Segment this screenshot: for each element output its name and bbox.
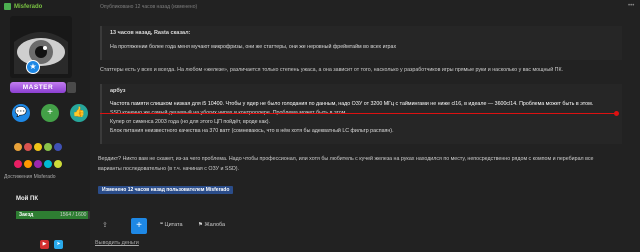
quote-author[interactable]: 13 часов назад, Rasta сказал: [110, 30, 190, 36]
quote-button[interactable]: ❝ Цитата [160, 222, 183, 228]
edited-label: Изменено 12 часов назад пользователем Mi… [98, 186, 234, 194]
achievement-badges[interactable] [14, 143, 70, 175]
my-pc-label[interactable]: Мой ПК [16, 196, 38, 202]
report-button[interactable]: ⚑ Жалоба [198, 222, 225, 228]
withdraw-money-link[interactable]: Выводить деньги [95, 240, 139, 246]
badge-icon [14, 143, 22, 151]
online-status-icon [4, 3, 11, 10]
report-label: Жалоба [204, 222, 226, 228]
rank-side-tab [67, 82, 76, 93]
youtube-icon[interactable]: ▶ [40, 240, 49, 249]
badge-icon [24, 160, 32, 168]
level-progress-value: 1564 / 1600 [60, 212, 87, 218]
quote-block: 13 часов назад, Rasta сказал: На протяже… [100, 26, 622, 60]
messages-icon[interactable]: 💬 [12, 104, 30, 122]
badge-icon [44, 143, 52, 151]
badge-icon [14, 160, 22, 168]
quote-label: Цитата [164, 222, 183, 228]
post-paragraph: Статтеры есть у всех и всегда. На любом … [100, 67, 563, 73]
reputation-icon[interactable]: 👍 [70, 104, 88, 122]
post-options-icon[interactable]: ••• [628, 3, 634, 9]
telegram-icon[interactable]: ➤ [54, 240, 63, 249]
flag-icon: ⚑ [198, 222, 203, 228]
level-progress-label: Заезд [19, 212, 34, 218]
avatar[interactable] [10, 16, 72, 78]
post-meta[interactable]: Опубликовано 12 часов назад (изменено) [100, 4, 197, 10]
post-paragraph: Вердикт? Никто вам не скажет, из-за чего… [98, 156, 594, 162]
quote-text: На протяжении более года меня мучают мик… [110, 44, 397, 50]
post-actions-bar: ⇪ + ❝ Цитата ⚑ Жалоба [100, 218, 630, 234]
quote-icon: ❝ [160, 222, 163, 228]
quote-block: арбуз Частота памяти слишком низкая для … [100, 84, 622, 144]
quote-text: Кулер от сименса 2003 года (но для этого… [110, 119, 270, 125]
badge-icon [44, 160, 52, 168]
badge-icon [54, 143, 62, 151]
username-label: Misferado [14, 3, 43, 10]
highlight-underline [100, 113, 615, 114]
username-link[interactable]: Misferado [4, 3, 42, 10]
post-paragraph: варианты последовательно (в т.ч. начиная… [98, 166, 240, 172]
verified-star-icon: ★ [26, 60, 40, 74]
rank-badge: MASTER [10, 82, 66, 93]
badge-icon [54, 160, 62, 168]
quote-author[interactable]: арбуз [110, 88, 125, 94]
author-sidebar: Misferado ★ MASTER 💬 + 👍 Достижения Misf… [0, 0, 90, 252]
quote-text: Частота памяти слишком низкая для i5 104… [110, 101, 594, 107]
badge-icon [24, 143, 32, 151]
badge-icon [34, 143, 42, 151]
share-icon[interactable]: ⇪ [102, 221, 108, 229]
badge-icon [34, 160, 42, 168]
quote-text: Блок питания неизвестного качества на 37… [110, 128, 394, 134]
post-content: Опубликовано 12 часов назад (изменено) •… [90, 0, 640, 252]
add-reaction-button[interactable]: + [131, 218, 147, 234]
achievements-link[interactable]: Достижения Misferado [4, 174, 56, 180]
highlight-dot [614, 111, 619, 116]
follow-plus-icon[interactable]: + [41, 104, 59, 122]
